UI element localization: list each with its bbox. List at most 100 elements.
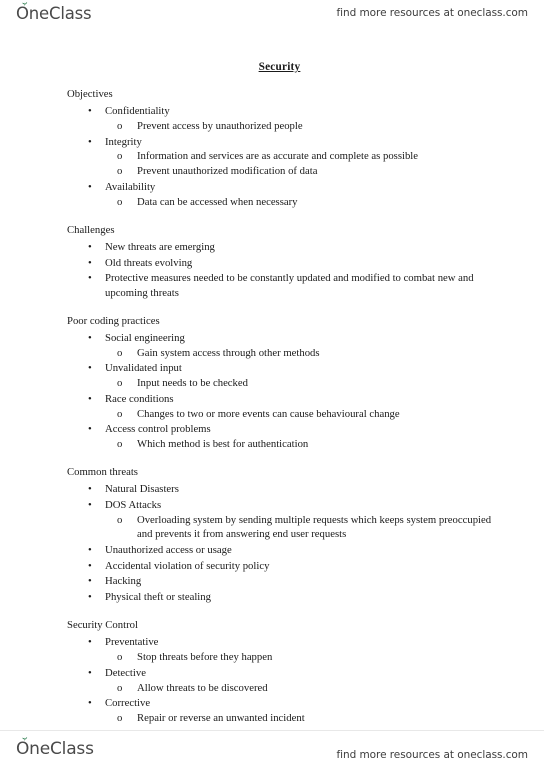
list-item: • Integrity o Information and services are … [67,135,506,179]
sub-bullet-marker-icon: o [117,195,123,208]
list-item-label: Integrity [105,135,142,148]
list-item: • Access control problems o Which method is… [67,422,506,451]
oneclass-logo-footer[interactable]: OneClass [16,736,94,759]
sub-list-item: o Stop threats before they happen [105,650,506,664]
bullet-marker-icon: • [88,575,92,588]
list-item: • Race conditions o Changes to two or more … [67,392,506,421]
bullet-list-level1: • Confidentiality o Prevent access by unaut… [67,104,506,209]
sub-bullet-marker-icon: o [117,150,123,163]
sub-bullet-marker-icon: o [117,346,123,359]
bullet-list-level2: o Prevent access by unauthorized people [105,119,506,133]
list-item-label: Preventative [105,636,159,649]
sub-list-item-label: Prevent access by unauthorized people [137,119,303,132]
bullet-list-level2: o Which method is best for authentication [105,437,506,451]
bullet-list-level2: o Changes to two or more events can cause… [105,407,506,421]
bullet-list-level1: • New threats are emerging • Old threats ev… [67,240,506,300]
list-item: • Unvalidated input o Input needs to be che… [67,361,506,390]
list-item: • Corrective o Repair or reverse an unwante… [67,696,506,725]
oneclass-logo-text: OneClass [16,4,92,23]
bullet-list-level1: • Preventative o Stop threats before they h… [67,635,506,725]
list-item-label: DOS Attacks [105,499,162,512]
bullet-marker-icon: • [88,483,92,496]
list-item-label: Social engineering [105,331,185,344]
sub-bullet-marker-icon: o [117,438,123,451]
sub-list-item-label: Allow threats to be discovered [137,681,268,694]
bullet-list-level2: o Stop threats before they happen [105,650,506,664]
list-item-label: Unvalidated input [105,362,182,375]
sub-list-item: o Data can be accessed when necessary [105,195,506,209]
list-item-label: New threats are emerging [105,240,215,253]
list-item: • Detective o Allow threats to be discovere… [67,666,506,695]
bullet-marker-icon: • [88,499,92,512]
list-item: • Social engineering o Gain system access t… [67,331,506,360]
list-item-label: Unauthorized access or usage [105,543,232,556]
bullet-marker-icon: • [88,392,92,405]
sub-list-item: o Prevent unauthorized modification of da… [105,164,506,178]
document-body: Security Objectives • Confidentiality o Prev… [0,33,544,731]
list-item: • Protective measures needed to be consta… [67,271,506,299]
bullet-list-level2: o Information and services are as accurat… [105,149,506,178]
section-heading: Challenges [67,223,115,236]
list-item-label: Natural Disasters [105,483,179,496]
bullet-list-level2: o Overloading system by sending multiple … [105,513,506,541]
bullet-marker-icon: • [88,272,92,285]
sub-list-item: o Input needs to be checked [105,376,506,390]
sub-bullet-marker-icon: o [117,407,123,420]
list-item-label: Old threats evolving [105,256,193,269]
sub-bullet-marker-icon: o [117,513,123,526]
sub-list-item-label: Which method is best for authentication [137,438,309,451]
list-item: • Unauthorized access or usage [67,543,506,557]
bullet-marker-icon: • [88,135,92,148]
bullet-list-level1: • Social engineering o Gain system access t… [67,331,506,451]
list-item-label: Availability [105,180,156,193]
list-item: • Old threats evolving [67,256,506,270]
list-item-label: Confidentiality [105,105,170,118]
list-item: • DOS Attacks o Overloading system by sendi… [67,498,506,541]
bullet-list-level2: o Repair or reverse an unwanted incident [105,711,506,725]
list-item-label: Accidental violation of security policy [105,559,270,572]
bullet-marker-icon: • [88,362,92,375]
bullet-list-level2: o Gain system access through other method… [105,346,506,360]
page-header: OneClass find more resources at oneclass… [0,0,544,33]
bullet-marker-icon: • [88,666,92,679]
bullet-list-level2: o Data can be accessed when necessary [105,195,506,209]
bullet-marker-icon: • [88,331,92,344]
sub-bullet-marker-icon: o [117,165,123,178]
sub-list-item: o Repair or reverse an unwanted incident [105,711,506,725]
bullet-list-level2: o Input needs to be checked [105,376,506,390]
list-item: • Confidentiality o Prevent access by unaut… [67,104,506,133]
list-item-label: Access control problems [105,423,211,436]
list-item-label: Race conditions [105,392,174,405]
sub-bullet-marker-icon: o [117,651,123,664]
sub-list-item: o Allow threats to be discovered [105,681,506,695]
sub-list-item: o Changes to two or more events can cause… [105,407,506,421]
sub-list-item-label: Overloading system by sending multiple r… [137,513,492,541]
oneclass-logo-text: OneClass [16,739,94,759]
sub-bullet-marker-icon: o [117,119,123,132]
list-item: • Physical theft or stealing [67,590,506,604]
sub-list-item-label: Repair or reverse an unwanted incident [137,712,305,725]
oneclass-logo-header[interactable]: OneClass [16,1,92,23]
page-footer: OneClass find more resources at oneclass… [0,731,544,770]
list-item-label: Hacking [105,575,142,588]
bullet-list-level1: • Natural Disasters • DOS Attacks o Overloadi… [67,482,506,604]
sub-list-item-label: Prevent unauthorized modification of dat… [137,165,318,178]
sub-list-item-label: Information and services are as accurate… [137,150,419,163]
bullet-list-level2: o Allow threats to be discovered [105,681,506,695]
sub-list-item: o Which method is best for authentication [105,437,506,451]
bullet-marker-icon: • [88,559,92,572]
bullet-marker-icon: • [88,105,92,118]
sub-list-item-label: Changes to two or more events can cause … [137,407,400,420]
list-item-label: Corrective [105,697,151,710]
sub-bullet-marker-icon: o [117,681,123,694]
sub-list-item: o Gain system access through other method… [105,346,506,360]
header-tagline: find more resources at oneclass.com [336,7,528,19]
section-heading: Common threats [67,466,138,479]
sub-list-item-label: Data can be accessed when necessary [137,195,298,208]
list-item: • Hacking [67,574,506,588]
section-heading: Security Control [67,619,138,632]
bullet-marker-icon: • [88,697,92,710]
sections-container: Objectives • Confidentiality o Prevent acces… [67,87,506,725]
list-item: • Accidental violation of security policy [67,559,506,573]
sub-list-item: o Overloading system by sending multiple … [105,513,506,541]
